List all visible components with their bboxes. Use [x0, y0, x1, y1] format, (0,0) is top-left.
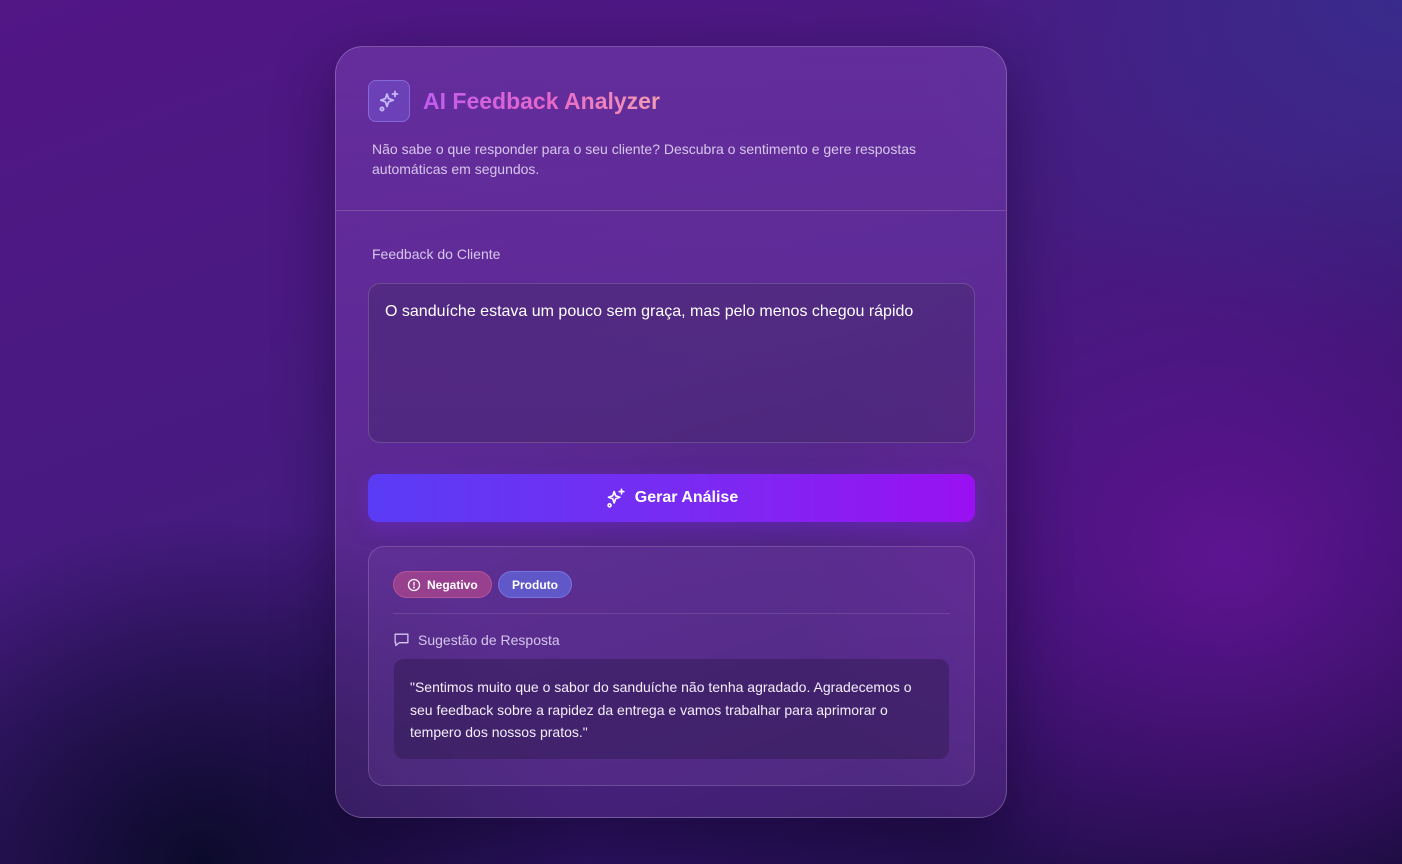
app-title: AI Feedback Analyzer: [423, 88, 660, 114]
generate-analysis-button[interactable]: Gerar Análise: [368, 474, 975, 522]
sentiment-badge: Negativo: [393, 571, 492, 598]
suggestion-title: Sugestão de Resposta: [418, 631, 560, 648]
logo-badge: [368, 80, 410, 122]
alert-circle-icon: [407, 578, 421, 591]
sparkles-icon: [379, 90, 399, 112]
feedback-label: Feedback do Cliente: [372, 246, 501, 262]
sentiment-badge-label: Negativo: [427, 577, 478, 592]
category-badge: Produto: [498, 571, 572, 598]
card-header: AI Feedback Analyzer Não sabe o que resp…: [336, 47, 1006, 211]
analyzer-card: AI Feedback Analyzer Não sabe o que resp…: [335, 46, 1007, 818]
result-divider: [393, 613, 950, 614]
category-badge-label: Produto: [512, 577, 558, 592]
feedback-input[interactable]: O sanduíche estava um pouco sem graça, m…: [368, 283, 975, 443]
app-subtitle: Não sabe o que responder para o seu clie…: [372, 141, 917, 177]
suggested-response: "Sentimos muito que o sabor do sanduíche…: [394, 659, 949, 759]
sparkles-icon: [607, 488, 625, 508]
suggestion-header: Sugestão de Resposta: [393, 631, 560, 648]
analysis-result-panel: Negativo Produto Sugestão de Resposta "S…: [368, 546, 975, 786]
message-square-icon: [394, 633, 409, 647]
generate-analysis-label: Gerar Análise: [634, 489, 739, 506]
